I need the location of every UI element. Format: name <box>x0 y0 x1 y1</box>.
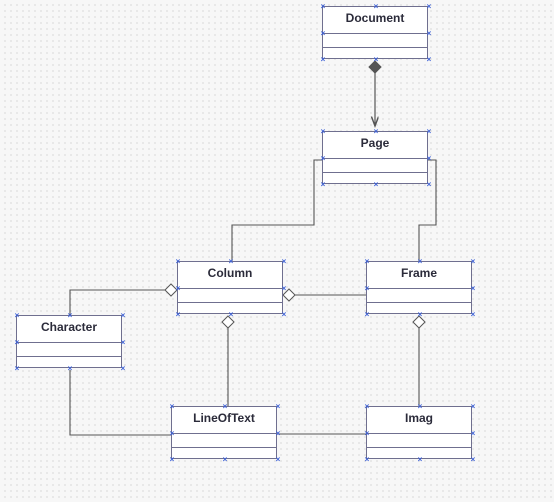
edge-document-page <box>369 61 381 126</box>
class-imag[interactable]: Imag ×××××××× <box>366 406 472 459</box>
class-frame-attrs <box>367 289 471 303</box>
class-column-name: Column <box>178 262 282 289</box>
edge-column-frame <box>283 289 366 301</box>
class-page-attrs <box>323 159 427 173</box>
class-page-ops <box>323 173 427 183</box>
diagram-canvas[interactable]: Document ×××××××× Page ×××××××× Column ×… <box>0 0 554 502</box>
edge-frame-imag <box>413 316 425 406</box>
class-column-ops <box>178 303 282 313</box>
class-document-ops <box>323 48 427 58</box>
class-column-attrs <box>178 289 282 303</box>
class-page[interactable]: Page ×××××××× <box>322 131 428 184</box>
class-frame-ops <box>367 303 471 313</box>
edge-page-column <box>232 154 335 261</box>
class-document-name: Document <box>323 7 427 34</box>
class-lineoftext[interactable]: LineOfText ×××××××× <box>171 406 277 459</box>
class-imag-attrs <box>367 434 471 448</box>
class-character[interactable]: Character ×××××××× <box>16 315 122 368</box>
edge-column-character <box>70 284 177 315</box>
class-imag-ops <box>367 448 471 458</box>
class-lineoftext-name: LineOfText <box>172 407 276 434</box>
class-character-name: Character <box>17 316 121 343</box>
class-column[interactable]: Column ×××××××× <box>177 261 283 314</box>
class-page-name: Page <box>323 132 427 159</box>
edge-character-lineoftext <box>70 370 171 435</box>
class-lineoftext-ops <box>172 448 276 458</box>
class-lineoftext-attrs <box>172 434 276 448</box>
class-imag-name: Imag <box>367 407 471 434</box>
edge-column-lineoftext <box>222 316 234 406</box>
class-character-ops <box>17 357 121 367</box>
class-document-attrs <box>323 34 427 48</box>
class-document[interactable]: Document ×××××××× <box>322 6 428 59</box>
class-frame-name: Frame <box>367 262 471 289</box>
class-character-attrs <box>17 343 121 357</box>
class-frame[interactable]: Frame ×××××××× <box>366 261 472 314</box>
